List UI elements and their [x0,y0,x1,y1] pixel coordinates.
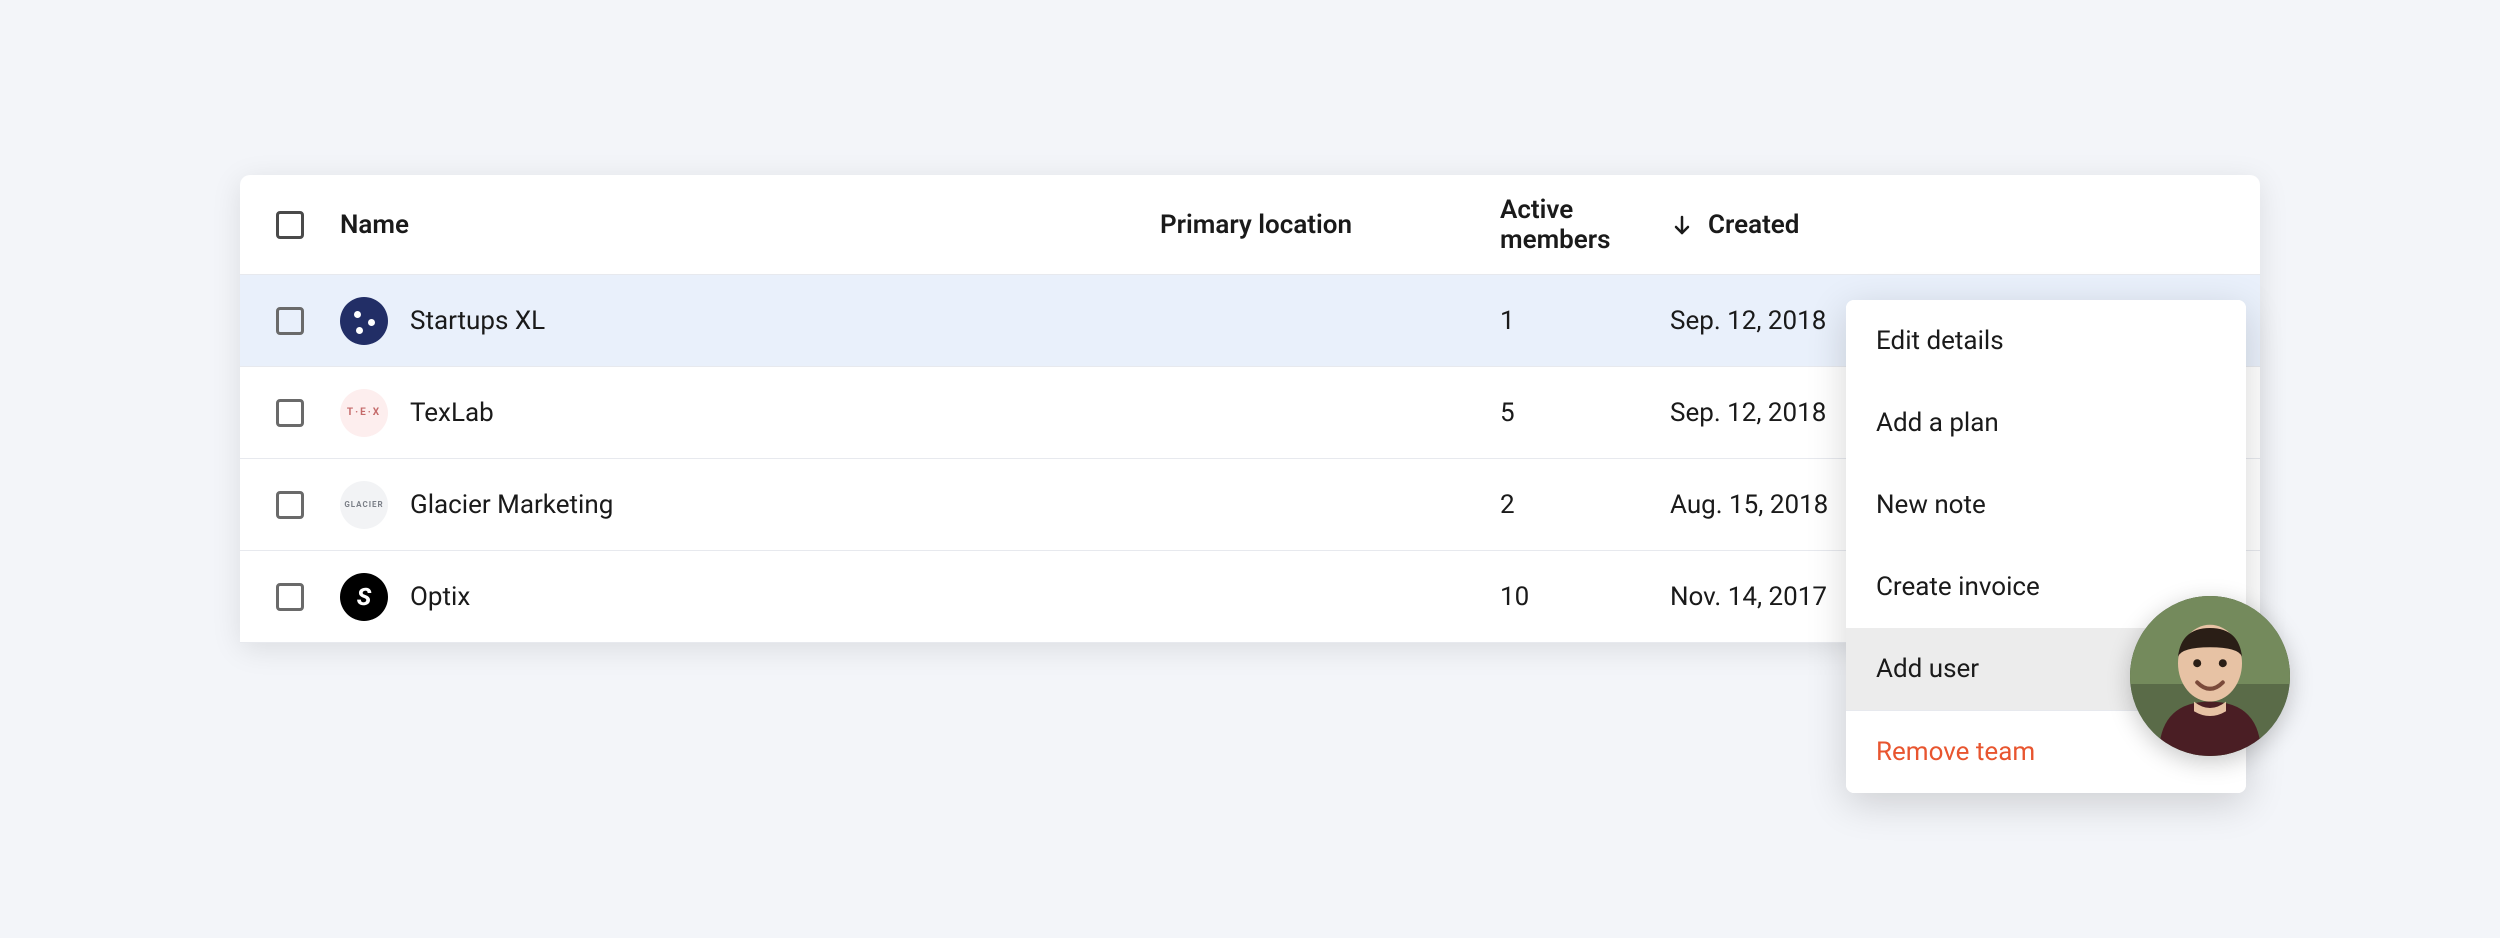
team-logo-icon: GLACIER [340,481,388,529]
row-checkbox[interactable] [276,307,304,335]
sort-descending-icon [1670,213,1694,237]
team-logo-icon [340,297,388,345]
team-logo-icon: S [340,573,388,621]
menu-item-edit-details[interactable]: Edit details [1846,300,2246,382]
column-header-name[interactable]: Name [340,210,1160,240]
user-avatar[interactable] [2130,596,2290,756]
row-checkbox[interactable] [276,491,304,519]
column-header-created[interactable]: Created [1670,210,2130,240]
team-name: Optix [410,582,470,612]
team-name: Glacier Marketing [410,490,613,520]
header-checkbox-cell [240,211,340,239]
table-header-row: Name Primary location Active members Cre… [240,175,2260,275]
team-active-members: 10 [1500,582,1670,612]
team-active-members: 1 [1500,306,1670,336]
select-all-checkbox[interactable] [276,211,304,239]
column-header-created-label: Created [1708,210,1799,240]
row-checkbox[interactable] [276,583,304,611]
row-checkbox[interactable] [276,399,304,427]
team-logo-icon: T·E·X [340,389,388,437]
team-active-members: 2 [1500,490,1670,520]
team-name: TexLab [410,398,494,428]
menu-item-add-plan[interactable]: Add a plan [1846,382,2246,464]
menu-item-new-note[interactable]: New note [1846,464,2246,546]
team-name: Startups XL [410,306,545,336]
team-active-members: 5 [1500,398,1670,428]
column-header-primary-location[interactable]: Primary location [1160,210,1500,240]
column-header-active-members[interactable]: Active members [1500,195,1670,255]
